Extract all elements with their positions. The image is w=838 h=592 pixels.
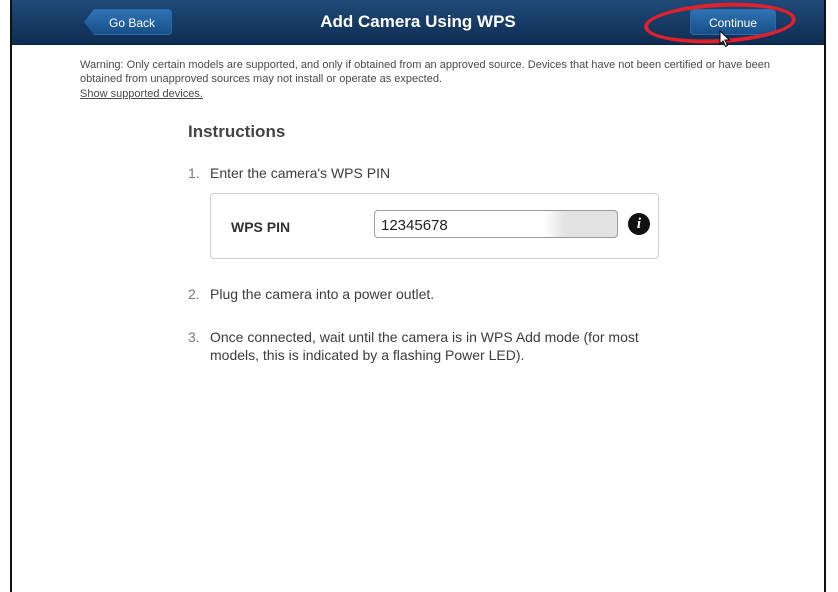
step-text: Once connected, wait until the camera is…: [210, 329, 639, 363]
warning-message: Warning: Only certain models are support…: [80, 58, 780, 101]
step-1: 1. Enter the camera's WPS PIN: [188, 164, 390, 182]
instructions-heading: Instructions: [188, 122, 286, 141]
step-2: 2. Plug the camera into a power outlet.: [188, 285, 434, 303]
info-icon[interactable]: i: [628, 213, 650, 235]
step-3: 3. Once connected, wait until the camera …: [188, 328, 660, 364]
step-number: 3.: [188, 329, 200, 345]
show-supported-devices-link[interactable]: Show supported devices.: [80, 87, 203, 101]
wps-pin-panel: WPS PIN i: [210, 193, 659, 259]
wps-pin-label: WPS PIN: [231, 219, 291, 235]
mouse-cursor-icon: [719, 30, 731, 48]
step-number: 1.: [188, 165, 200, 181]
warning-text: Warning: Only certain models are support…: [80, 59, 770, 85]
step-text: Enter the camera's WPS PIN: [210, 165, 391, 181]
step-number: 2.: [188, 286, 200, 302]
step-text: Plug the camera into a power outlet.: [210, 286, 435, 302]
wps-pin-input[interactable]: [374, 210, 618, 238]
